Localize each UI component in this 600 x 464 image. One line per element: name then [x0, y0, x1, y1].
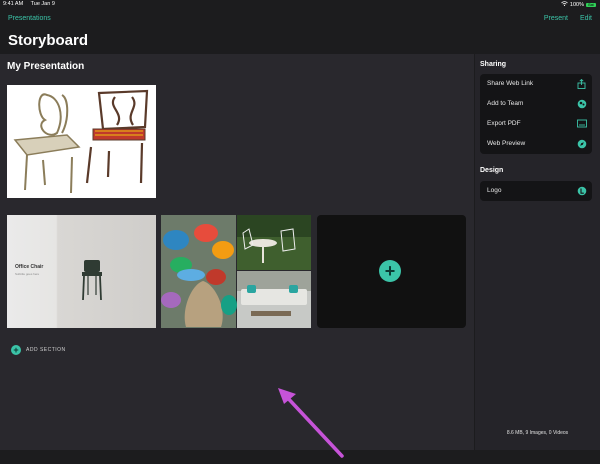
- add-media-tile[interactable]: +: [317, 215, 466, 328]
- sidebar: Sharing Share Web Link Add to Team Expor…: [475, 54, 600, 450]
- collage-image: [161, 215, 311, 328]
- export-pdf-label: Export PDF: [487, 120, 521, 127]
- page-title: Storyboard: [8, 32, 89, 49]
- chairs-image-tile[interactable]: [7, 85, 156, 198]
- logo-label: Logo: [487, 187, 502, 194]
- status-date: Tue Jan 9: [30, 1, 55, 7]
- office-chair-image: [82, 260, 102, 301]
- design-group: Logo: [480, 181, 592, 201]
- battery-icon: Bat: [586, 2, 596, 7]
- compass-icon: [576, 138, 587, 149]
- annotation-arrow-icon: [278, 388, 344, 458]
- media-summary: 8.6 MB, 9 Images, 0 Videos: [506, 430, 569, 436]
- edit-button[interactable]: Edit: [580, 15, 592, 22]
- add-section-button[interactable]: + ADD SECTION: [11, 345, 66, 355]
- web-preview-row[interactable]: Web Preview: [480, 134, 592, 154]
- storyboard-canvas: My Presentation Office Chair Subtitle go…: [0, 54, 474, 458]
- logo-icon: [576, 185, 587, 196]
- share-web-link-row[interactable]: Share Web Link: [480, 74, 592, 94]
- team-icon: [576, 98, 587, 109]
- export-pdf-row[interactable]: Export PDF: [480, 114, 592, 134]
- add-section-plus-icon: +: [11, 345, 21, 355]
- wifi-icon: [561, 1, 568, 8]
- share-icon: [576, 78, 587, 89]
- office-chair-tile[interactable]: Office Chair Subtitle goes here: [7, 215, 156, 328]
- section-title: My Presentation: [7, 61, 85, 72]
- battery-percent: 100%: [569, 1, 584, 8]
- share-web-link-label: Share Web Link: [487, 80, 534, 87]
- outdoor-furniture-collage-tile[interactable]: [161, 215, 311, 328]
- add-media-plus-icon[interactable]: +: [379, 260, 401, 282]
- present-button[interactable]: Present: [544, 15, 568, 22]
- design-header: Design: [480, 167, 504, 174]
- status-time: 9:41 AM: [3, 1, 24, 7]
- logo-row[interactable]: Logo: [480, 181, 592, 201]
- back-presentations-button[interactable]: Presentations: [8, 15, 51, 22]
- navigation-bar: Presentations Present Edit: [0, 9, 600, 29]
- sharing-group: Share Web Link Add to Team Export PDF We…: [480, 74, 592, 154]
- pdf-icon: [576, 118, 587, 129]
- add-to-team-row[interactable]: Add to Team: [480, 94, 592, 114]
- add-to-team-label: Add to Team: [487, 100, 524, 107]
- antique-chairs-image: [7, 85, 156, 198]
- status-bar: 9:41 AM Tue Jan 9 100% Bat: [0, 0, 600, 9]
- add-section-label: ADD SECTION: [26, 347, 66, 353]
- sharing-header: Sharing: [480, 61, 507, 68]
- web-preview-label: Web Preview: [487, 140, 526, 147]
